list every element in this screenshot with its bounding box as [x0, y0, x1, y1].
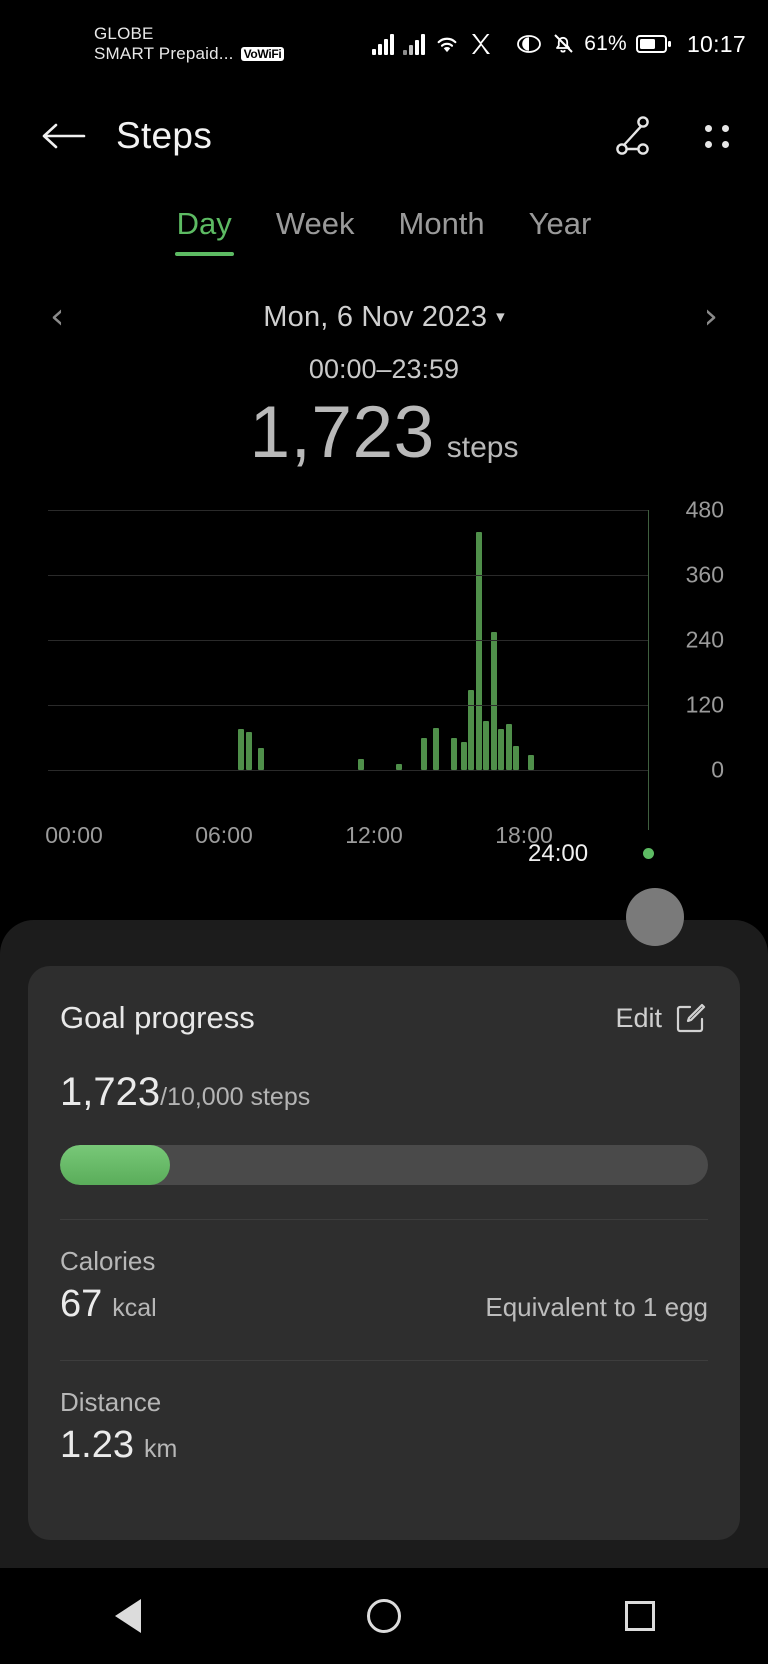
tab-day[interactable]: Day	[155, 206, 254, 256]
carrier-line-2: SMART Prepaid...	[94, 44, 234, 63]
chart-bar	[528, 754, 534, 770]
vowifi-badge: VoWiFi	[240, 47, 285, 62]
calories-value: 67	[60, 1283, 103, 1325]
edit-goal-button[interactable]: Edit	[615, 1001, 708, 1035]
period-tabs: Day Week Month Year	[0, 206, 768, 256]
chart-x-axis: 00:00 06:00 12:00 18:00	[45, 822, 648, 862]
carrier-info: GLOBE SMART Prepaid... VoWiFi	[94, 23, 285, 64]
distance-unit: km	[143, 1435, 178, 1463]
calories-note: Equivalent to 1 egg	[485, 1292, 708, 1322]
chart-gridline	[48, 575, 648, 576]
nav-recents-button[interactable]	[580, 1601, 700, 1631]
wifi-icon	[434, 33, 460, 55]
chart-bar	[358, 759, 364, 770]
chart-y-tick: 240	[685, 626, 724, 653]
chart-bar	[475, 531, 482, 770]
chart-x-tick: 06:00	[195, 822, 253, 848]
chart-gridline	[48, 510, 648, 511]
chart-bar	[468, 689, 474, 770]
steps-summary: 1,723 steps	[0, 391, 768, 474]
current-time-line	[648, 510, 649, 830]
app-bar: Steps	[0, 88, 768, 184]
chart-bar	[258, 748, 264, 770]
goal-current: 1,723	[60, 1070, 161, 1114]
chart-y-tick: 360	[685, 561, 724, 588]
chart-y-tick: 120	[685, 691, 724, 718]
tab-year[interactable]: Year	[507, 206, 614, 256]
pencil-square-icon	[674, 1001, 708, 1035]
chart-bar	[238, 729, 244, 770]
chart-y-axis: 0 120 240 360 480	[654, 497, 724, 783]
back-arrow-icon[interactable]	[40, 119, 86, 153]
square-recents-icon	[625, 1601, 655, 1631]
chart-x-tick: 00:00	[45, 822, 103, 848]
chart-y-tick: 0	[711, 756, 724, 783]
metric-distance: Distance 1.23 km	[60, 1361, 708, 1467]
x-app-icon	[469, 32, 493, 56]
chart-gridline	[48, 640, 648, 641]
next-day-button[interactable]: ›	[704, 299, 718, 335]
chart-y-tick: 480	[685, 496, 724, 523]
chart-bar	[490, 631, 497, 770]
edit-label: Edit	[615, 1002, 662, 1033]
time-range-label: 00:00–23:59	[308, 354, 460, 384]
chart-bar	[420, 737, 427, 770]
battery-percent: 61%	[584, 32, 627, 55]
eye-comfort-icon	[516, 34, 542, 54]
chart-bar	[450, 737, 457, 770]
mute-bell-icon	[551, 32, 575, 56]
chart-bar	[498, 729, 504, 770]
goal-counts: 1,723 /10,000 steps	[60, 1070, 708, 1115]
nav-home-button[interactable]	[324, 1599, 444, 1633]
battery-icon	[635, 34, 672, 54]
distance-value: 1.23	[60, 1424, 134, 1466]
current-date-label[interactable]: Mon, 6 Nov 2023	[263, 301, 487, 334]
chart-bar	[483, 721, 489, 770]
chart-x-tick: 12:00	[345, 822, 403, 848]
page-title: Steps	[116, 115, 213, 156]
share-nodes-icon[interactable]	[610, 113, 656, 159]
chart-plot-area	[48, 510, 648, 771]
chart-bar	[433, 727, 439, 770]
chart-bar	[505, 723, 512, 770]
calories-label: Calories	[60, 1246, 156, 1276]
prev-day-button[interactable]: ‹	[50, 299, 64, 335]
status-icons: 61% 10:17	[372, 31, 746, 58]
status-clock: 10:17	[686, 30, 746, 57]
triangle-back-icon	[115, 1599, 141, 1633]
chevron-down-icon[interactable]: ▾	[496, 307, 505, 327]
sheet-drag-handle[interactable]	[626, 888, 684, 946]
bottom-sheet: Goal progress Edit 1,723 /10,000 steps C…	[0, 888, 768, 1568]
chart-gridline	[48, 705, 648, 706]
circle-home-icon	[367, 1599, 401, 1633]
chart-gridline	[48, 770, 648, 771]
carrier-line-1: GLOBE	[94, 23, 154, 43]
tab-week[interactable]: Week	[254, 206, 377, 256]
status-bar: GLOBE SMART Prepaid... VoWiFi 61% 10:17	[0, 0, 768, 88]
chart-bar	[513, 745, 519, 770]
signal-bars-icon	[372, 33, 395, 55]
chart-bar	[245, 732, 252, 770]
four-dots-menu-icon[interactable]	[700, 119, 734, 153]
tab-month[interactable]: Month	[377, 206, 507, 256]
chart-x-tick: 18:00	[495, 822, 553, 848]
goal-progress-card: Goal progress Edit 1,723 /10,000 steps C…	[28, 966, 740, 1540]
steps-unit: steps	[446, 431, 519, 464]
chart-bar	[460, 741, 467, 770]
goal-progress-bar	[60, 1145, 708, 1185]
goal-card-title: Goal progress	[60, 1000, 255, 1035]
goal-target: /10,000 steps	[160, 1083, 311, 1111]
android-nav-bar	[0, 1568, 768, 1664]
calories-unit: kcal	[112, 1294, 157, 1322]
date-navigator: ‹ Mon, 6 Nov 2023 ▾ ›	[0, 294, 768, 340]
distance-label: Distance	[60, 1387, 162, 1417]
steps-value: 1,723	[249, 392, 435, 473]
signal-bars-icon-2	[403, 33, 426, 55]
goal-progress-fill	[60, 1145, 171, 1185]
nav-back-button[interactable]	[68, 1599, 188, 1633]
steps-chart[interactable]: 0 120 240 360 480 24:00 00:00 06:00 12:00 18:00	[0, 497, 768, 890]
metric-calories: Calories 67 kcal Equivalent to 1 egg	[60, 1220, 708, 1326]
